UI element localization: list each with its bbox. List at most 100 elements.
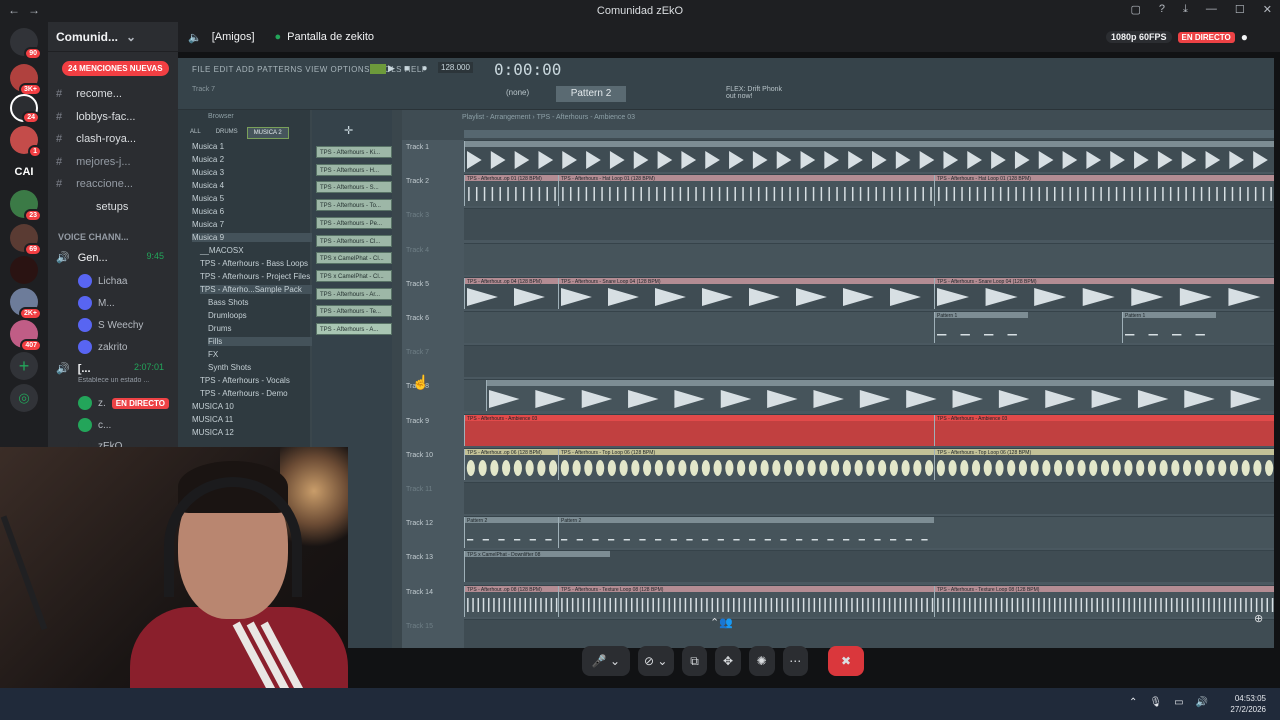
browser-tab[interactable]: ALL	[184, 127, 207, 139]
track-name[interactable]: Track 10	[406, 452, 433, 459]
voice-category[interactable]: VOICE CHANN...	[58, 232, 129, 242]
channel-button[interactable]: TPS - Afterhours - S...	[316, 181, 392, 194]
play-icon[interactable]: ▶	[388, 63, 395, 74]
mentions-banner[interactable]: 24 MENCIONES NUEVAS	[62, 61, 169, 76]
add-server-icon[interactable]: +	[10, 352, 38, 380]
browser-item[interactable]: Musica 1	[192, 142, 224, 151]
camera-button[interactable]: ⊘ ⌄	[637, 646, 674, 676]
track-lane[interactable]: TPS x CamelPhat - Downlifter 08	[464, 550, 1274, 583]
audio-clip[interactable]: Pattern 1	[1122, 312, 1216, 343]
track-name[interactable]: Track 1	[406, 144, 429, 151]
server-icon[interactable]: 69	[10, 224, 42, 256]
audio-clip[interactable]: TPS - Afterhours - Hat Loop 01 (128 BPM)	[558, 175, 934, 207]
track-name[interactable]: Track 4	[406, 247, 429, 254]
audio-clip[interactable]: TPS - Afterhours - Ambience 03	[934, 414, 1274, 446]
audio-clip[interactable]: TPS - Afterhour..op 01 (128 BPM)	[464, 175, 558, 207]
audio-clip[interactable]	[464, 141, 1274, 172]
screen-share-button[interactable]: ⧉	[681, 646, 708, 676]
browser-item[interactable]: Synth Shots	[208, 363, 251, 372]
browser-item[interactable]: Bass Shots	[208, 298, 248, 307]
minimize-icon[interactable]: —	[1206, 3, 1217, 16]
stop-icon[interactable]: ■	[404, 63, 409, 73]
live-voice-channel[interactable]: 🔊 [... 2:07:01	[56, 362, 174, 375]
track-name[interactable]: Track 2	[406, 178, 429, 185]
server-icon[interactable]: 2K+	[10, 288, 42, 320]
channel-button[interactable]: TPS - Afterhours - To...	[316, 199, 392, 212]
voice-user[interactable]: c...	[78, 418, 111, 432]
audio-clip[interactable]: TPS - Afterhour..op 08 (128 BPM)	[464, 585, 558, 617]
track-name[interactable]: Track 14	[406, 589, 433, 596]
track-lane[interactable]: TPS - Afterhours - Ambience 03 TPS - Afte…	[464, 413, 1274, 446]
channel-item[interactable]: # mejores-j...	[56, 156, 174, 168]
channel-button[interactable]: TPS - Afterhours - Ar...	[316, 287, 392, 300]
channel-button[interactable]: TPS - Afterhours - Te...	[316, 305, 392, 318]
track-lane[interactable]: TPS - Afterhour..op 08 (128 BPM) TPS - Af…	[464, 584, 1274, 617]
server-icon[interactable]: 1	[10, 126, 42, 158]
voice-channel[interactable]: 🔊 Gen... 9:45	[56, 251, 174, 264]
browser-item[interactable]: TPS - Afterhours - Bass Loops	[200, 259, 308, 268]
browser-item[interactable]: TPS - Afterho...Sample Pack	[200, 285, 320, 294]
maximize-icon[interactable]: ☐	[1235, 3, 1245, 16]
browser-item[interactable]: TPS - Afterhours - Demo	[200, 389, 288, 398]
channel-item[interactable]: # lobbys-fac...	[56, 111, 174, 123]
pat-song-toggle[interactable]	[370, 64, 386, 74]
tempo-display[interactable]: 128.000	[438, 62, 473, 73]
discover-icon[interactable]: ◎	[10, 384, 38, 412]
channel-button[interactable]: TPS - Afterhours - A...	[316, 323, 392, 335]
server-header[interactable]: Comunid... ⌄	[48, 22, 178, 52]
audio-clip[interactable]: TPS - Afterhour..op 04 (128 BPM)	[464, 277, 558, 309]
channel-button[interactable]: TPS - Afterhours - H...	[316, 163, 392, 176]
audio-clip[interactable]: TPS - Afterhours - Texture Loop 08 (128 …	[558, 585, 934, 617]
activities-button[interactable]: ✥	[715, 646, 741, 676]
network-icon[interactable]: ▭	[1174, 697, 1183, 708]
track-lane[interactable]: TPS - Afterhour..op 04 (128 BPM) TPS - Af…	[464, 276, 1274, 309]
browser-item[interactable]: __MACOSX	[200, 246, 244, 255]
channel-item[interactable]: # reaccione...	[56, 178, 174, 190]
track-name[interactable]: Track 9	[406, 418, 429, 425]
audio-clip[interactable]: TPS - Afterhours - Snare Loop 04 (128 BP…	[558, 277, 934, 309]
channel-button[interactable]: TPS x CamelPhat - Cl...	[316, 252, 392, 265]
browser-item[interactable]: MUSICA 10	[192, 402, 234, 411]
channel-item[interactable]: # recome...	[56, 88, 174, 100]
chevron-up-icon[interactable]: ⌃	[1129, 697, 1137, 708]
leave-call-button[interactable]: ✖	[828, 646, 864, 676]
browser-item[interactable]: Musica 5	[192, 194, 224, 203]
track-lane[interactable]: TPS - Afterhour..op 01 (128 BPM) TPS - Af…	[464, 174, 1274, 207]
browser-item[interactable]: Musica 7	[192, 220, 224, 229]
taskbar-clock[interactable]: 04:53:05 27/2/2026	[1230, 693, 1266, 715]
browser-item[interactable]: Drums	[208, 324, 232, 333]
audio-clip[interactable]: TPS - Afterhours - Ambience 03	[464, 414, 934, 446]
channel-button[interactable]: TPS - Afterhours - Cl...	[316, 234, 392, 247]
chat-icon[interactable]: ●	[1241, 30, 1248, 44]
audio-clip[interactable]: TPS - Afterhours - Hat Loop 01 (128 BPM)	[934, 175, 1274, 207]
mic-tray-icon[interactable]: 🎙	[1149, 697, 1162, 708]
browser-tab[interactable]: DRUMS	[210, 127, 244, 139]
browser-item[interactable]: Drumloops	[208, 311, 247, 320]
download-icon[interactable]: ⤓	[1183, 3, 1188, 16]
track-name[interactable]: Track 12	[406, 520, 433, 527]
volume-tray-icon[interactable]: 🔊	[1196, 697, 1208, 708]
channel-item[interactable]: # clash-roya...	[56, 133, 174, 145]
server-icon[interactable]: 23	[10, 190, 42, 222]
audio-clip[interactable]	[486, 380, 1274, 412]
show-participants-icon[interactable]: ⌃👥	[710, 616, 733, 629]
server-icon[interactable]: 3K+	[10, 64, 42, 96]
browser-tab-active[interactable]: MUSICA 2	[246, 127, 289, 139]
browser-item[interactable]: TPS - Afterhours - Vocals	[200, 376, 290, 385]
track-lane[interactable]	[464, 242, 1274, 275]
channel-button[interactable]: TPS x CamelPhat - Cl...	[316, 269, 392, 282]
channel-item[interactable]: setups	[56, 201, 174, 213]
track-name[interactable]: Track 15	[406, 623, 433, 630]
audio-clip[interactable]: TPS - Afterhours - Texture Loop 08 (128 …	[934, 585, 1274, 617]
browser-item[interactable]: TPS - Afterhours - Project Files	[200, 272, 310, 281]
browser-item[interactable]: Musica 2	[192, 155, 224, 164]
browser-item[interactable]: Musica 4	[192, 181, 224, 190]
audio-clip[interactable]: TPS x CamelPhat - Downlifter 08	[464, 551, 610, 583]
track-name[interactable]: Track 5	[406, 281, 429, 288]
server-icon-active[interactable]: 24	[10, 94, 40, 124]
browser-item[interactable]: Musica 3	[192, 168, 224, 177]
track-lane[interactable]: Pattern 2 Pattern 2	[464, 516, 1274, 549]
track-lane[interactable]	[464, 345, 1274, 378]
timeline-ruler[interactable]	[464, 130, 1274, 138]
audio-clip[interactable]: Pattern 2	[558, 517, 934, 549]
